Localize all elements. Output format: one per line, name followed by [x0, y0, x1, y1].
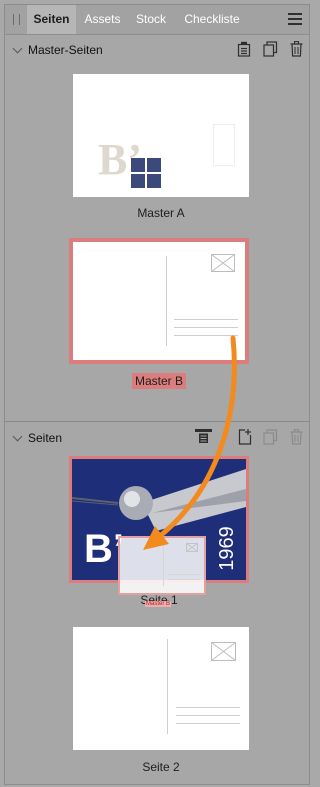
seite-2-thumbnail[interactable] [73, 627, 249, 750]
address-line-icon [168, 574, 200, 575]
address-line-icon [168, 579, 200, 580]
chevron-down-icon[interactable] [12, 431, 23, 442]
postcard-divider [167, 639, 168, 734]
master-a-thumbnail[interactable]: B’ [73, 74, 249, 197]
chevron-down-icon[interactable] [12, 43, 23, 54]
master-a-faint-art [213, 124, 235, 166]
pages-panel: Seiten Assets Stock Checkliste Master-Se… [4, 4, 310, 785]
tab-assets[interactable]: Assets [80, 5, 125, 34]
master-section-title: Master-Seiten [28, 43, 103, 57]
tab-seiten[interactable]: Seiten [27, 5, 76, 34]
address-line-icon [176, 707, 240, 708]
master-section-header: Master-Seiten [5, 41, 309, 63]
seite-2-label: Seite 2 [142, 760, 180, 774]
panel-menu-icon[interactable] [288, 13, 302, 25]
address-line-icon [176, 723, 240, 724]
tab-checkliste[interactable]: Checkliste [177, 5, 247, 34]
panel-grip-icon[interactable] [13, 14, 20, 25]
duplicate-icon[interactable] [263, 429, 278, 445]
drop-overlay-label: Master B [145, 601, 172, 607]
drag-arrow-icon [143, 335, 237, 550]
master-a-label: Master A [137, 206, 185, 220]
stamp-icon [211, 254, 235, 272]
stamp-icon [211, 642, 236, 661]
page-properties-icon[interactable] [237, 41, 251, 57]
master-a-grid-art [131, 158, 161, 188]
trash-icon[interactable] [290, 429, 303, 445]
pages-section-title: Seiten [28, 431, 63, 445]
trash-icon[interactable] [290, 41, 303, 57]
address-line-icon [174, 319, 238, 320]
tab-stock[interactable]: Stock [131, 5, 171, 34]
address-line-icon [176, 715, 240, 716]
panel-tab-bar: Seiten Assets Stock Checkliste [5, 5, 309, 35]
address-line-icon [174, 327, 238, 328]
duplicate-icon[interactable] [263, 41, 278, 57]
